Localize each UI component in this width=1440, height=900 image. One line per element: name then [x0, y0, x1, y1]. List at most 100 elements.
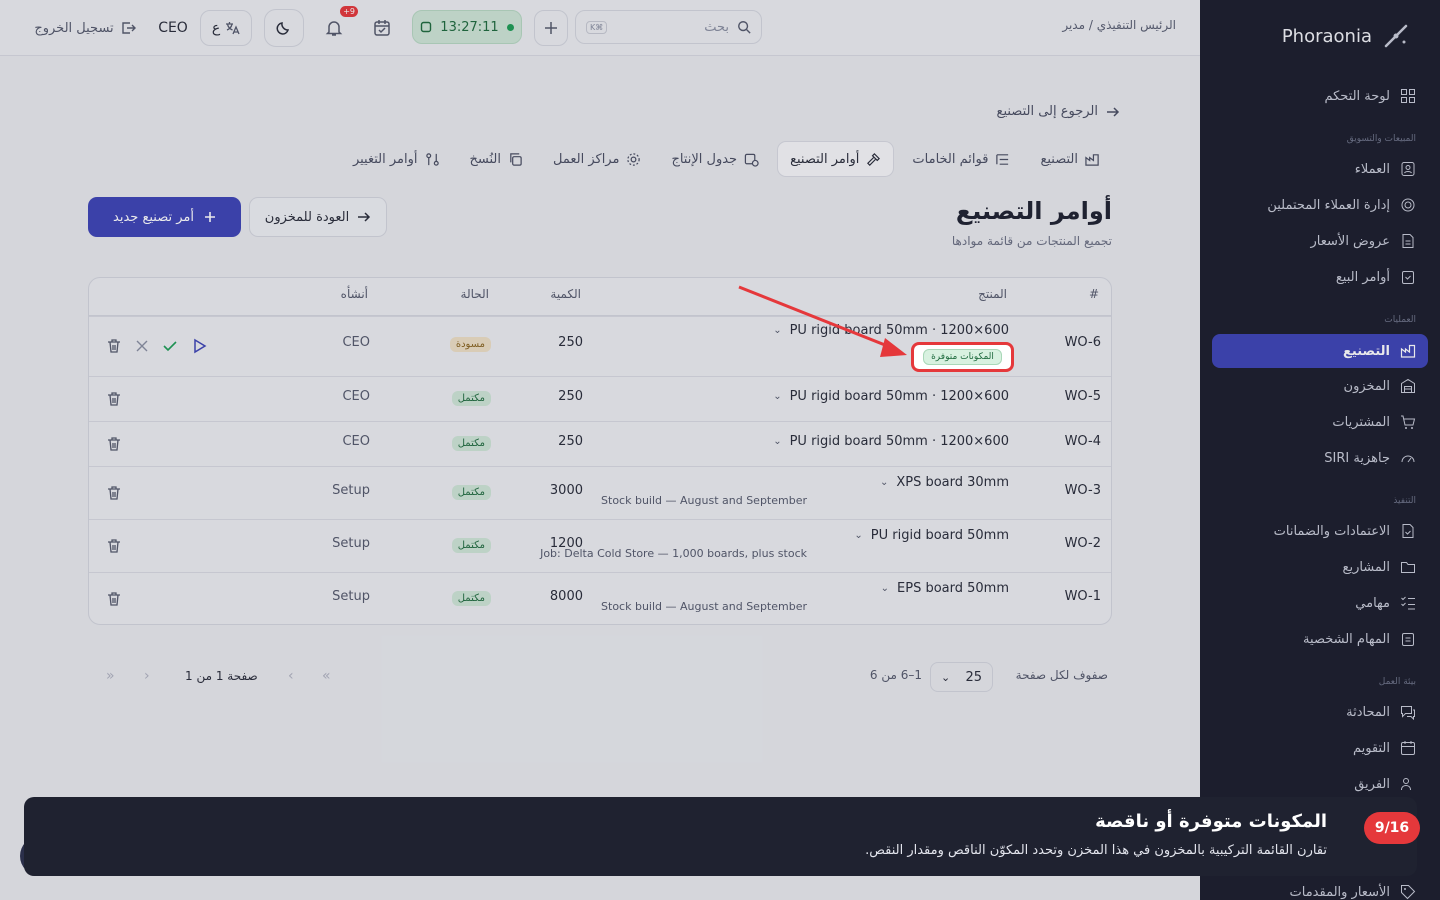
sidebar-item-projects[interactable]: المشاريع	[1212, 550, 1428, 584]
sidebar-item-purchases[interactable]: المشتريات	[1212, 405, 1428, 439]
cancel-icon[interactable]	[134, 338, 150, 354]
tab-work-centers[interactable]: مراكز العمل	[541, 141, 653, 177]
sidebar-item-chat[interactable]: المحادثة	[1212, 695, 1428, 729]
back-to-manufacturing-link[interactable]: الرجوع إلى التصنيع	[997, 104, 1120, 119]
sidebar-item-siri-readiness[interactable]: جاهزية SIRI	[1212, 441, 1428, 475]
order-note: Stock build — August and September	[601, 494, 807, 507]
sidebar-item-approvals[interactable]: الاعتمادات والضمانات	[1212, 514, 1428, 548]
product-name: PU rigid board 50mm · 1200×600	[789, 389, 1009, 404]
user-name[interactable]: CEO	[154, 10, 192, 46]
tab-change-orders[interactable]: أوامر التغيير	[341, 141, 452, 177]
tab-bom[interactable]: قوائم الخامات	[900, 141, 1022, 177]
status-badge: مكتمل	[451, 436, 491, 451]
git-compare-icon	[425, 152, 439, 166]
trash-icon[interactable]	[106, 338, 122, 354]
back-to-inventory-label: العودة للمخزون	[264, 209, 350, 225]
chevron-down-icon: ⌄	[941, 670, 951, 684]
product-cell[interactable]: ⌄ PU rigid board 50mm · 1200×600	[773, 389, 1009, 404]
sidebar-item-personal-tasks[interactable]: المهام الشخصية	[1212, 622, 1428, 656]
sidebar-item-label: أوامر البيع	[1335, 269, 1390, 285]
order-note: Stock build — August and September	[601, 600, 807, 613]
components-available-badge: المكونات متوفرة	[923, 349, 1002, 365]
sidebar-item-sales-orders[interactable]: أوامر البيع	[1212, 260, 1428, 294]
sidebar-item-label: المشتريات	[1332, 414, 1390, 430]
calendar-button[interactable]	[364, 10, 400, 46]
back-to-inventory-button[interactable]: العودة للمخزون	[249, 197, 387, 237]
new-work-order-button[interactable]: أمر تصنيع جديد	[88, 197, 241, 237]
sidebar-item-inventory[interactable]: المخزون	[1212, 369, 1428, 403]
trash-icon[interactable]	[106, 436, 122, 452]
table-row[interactable]: WO-1 ⌄ EPS board 50mm Stock build — Augus…	[89, 572, 1111, 624]
product-cell[interactable]: ⌄ PU rigid board 50mm	[854, 528, 1009, 543]
search-input[interactable]: بحث K⌘	[575, 10, 762, 44]
table-row[interactable]: WO-4 ⌄ PU rigid board 50mm · 1200×600 250…	[89, 421, 1111, 466]
table-row[interactable]: WO-5 ⌄ PU rigid board 50mm · 1200×600 250…	[89, 376, 1111, 421]
last-page-icon[interactable]: »	[322, 668, 331, 684]
tab-manufacturing[interactable]: التصنيع	[1028, 141, 1112, 177]
topbar: الرئيس التنفيذي / مدير بحث K⌘ 13:27:11 +…	[0, 0, 1200, 56]
logout-button[interactable]: تسجيل الخروج	[30, 10, 140, 46]
plus-icon	[205, 212, 215, 222]
language-toggle[interactable]: ع	[200, 10, 252, 46]
start-icon[interactable]	[191, 338, 207, 354]
brand: Phoraonia	[1282, 22, 1410, 50]
page-subtitle: تجميع المنتجات من قائمة موادها	[951, 234, 1112, 248]
complete-icon[interactable]	[162, 338, 178, 354]
sidebar-item-team[interactable]: الفريق	[1212, 767, 1428, 801]
tab-label: التصنيع	[1040, 151, 1078, 167]
sidebar-item-leads[interactable]: إدارة العملاء المحتملين	[1212, 188, 1428, 222]
order-id: WO-3	[1064, 483, 1101, 498]
next-page-icon[interactable]: ›	[288, 668, 294, 684]
page-title: أوامر التصنيع	[955, 197, 1112, 225]
tab-versions[interactable]: النُسخ	[458, 141, 535, 177]
tab-label: قوائم الخامات	[912, 151, 989, 167]
contacts-icon	[1401, 162, 1415, 176]
page-size-select[interactable]: ⌄ 25	[930, 662, 993, 692]
translate-icon	[226, 22, 240, 35]
factory-icon	[1400, 344, 1416, 358]
logout-label: تسجيل الخروج	[34, 20, 114, 36]
add-button[interactable]	[534, 10, 568, 46]
sidebar-item-customers[interactable]: العملاء	[1212, 152, 1428, 186]
trash-icon[interactable]	[106, 538, 122, 554]
sidebar-item-manufacturing[interactable]: التصنيع	[1212, 334, 1428, 368]
search-icon	[738, 21, 751, 34]
sidebar-item-dashboard[interactable]: لوحة التحكم	[1212, 79, 1428, 113]
time-tracker[interactable]: 13:27:11	[412, 10, 522, 44]
gauge-icon	[1401, 455, 1415, 463]
prev-page-icon[interactable]: ‹	[144, 668, 150, 684]
rows-per-page-label: صفوف لكل صفحة	[1015, 668, 1108, 682]
hammer-icon	[867, 152, 881, 166]
sidebar-item-my-tasks[interactable]: مهامي	[1212, 586, 1428, 620]
table-row[interactable]: WO-3 ⌄ XPS board 30mm Stock build — Augus…	[89, 466, 1111, 519]
product-cell[interactable]: ⌄ PU rigid board 50mm · 1200×600	[773, 434, 1009, 449]
tab-production-schedule[interactable]: جدول الإنتاج	[659, 141, 771, 177]
trash-icon[interactable]	[106, 391, 122, 407]
sidebar-item-pricing[interactable]: الأسعار والمقدمات	[1212, 875, 1428, 900]
trash-icon[interactable]	[106, 591, 122, 607]
header-number: #	[1088, 287, 1099, 301]
notifications-button[interactable]: +9	[316, 6, 358, 46]
sidebar-item-quotes[interactable]: عروض الأسعار	[1212, 224, 1428, 258]
sidebar-item-label: لوحة التحكم	[1324, 88, 1390, 104]
manufacturing-tabs: التصنيع قوائم الخامات أوامر التصنيع جدول…	[341, 140, 1112, 178]
plus-icon	[545, 22, 557, 34]
theme-toggle[interactable]	[264, 9, 304, 47]
order-id: WO-2	[1064, 536, 1101, 551]
product-cell[interactable]: ⌄ EPS board 50mm	[881, 581, 1009, 596]
sidebar-item-calendar[interactable]: التقويم	[1212, 731, 1428, 765]
clipboard-icon	[1402, 271, 1414, 284]
first-page-icon[interactable]: «	[106, 668, 115, 684]
order-id: WO-6	[1064, 335, 1101, 350]
cart-icon	[1401, 415, 1416, 429]
creator: Setup	[332, 483, 370, 498]
tab-work-orders[interactable]: أوامر التصنيع	[777, 141, 895, 177]
factory-icon	[1085, 153, 1099, 166]
range-label: 1–6 من 6	[869, 668, 922, 682]
product-cell[interactable]: ⌄ XPS board 30mm	[880, 475, 1009, 490]
trash-icon[interactable]	[106, 485, 122, 501]
tour-popover	[24, 797, 1417, 876]
table-row[interactable]: WO-2 ⌄ PU rigid board 50mm Job: Delta Col…	[89, 519, 1111, 572]
chevron-down-icon: ⌄	[880, 583, 890, 594]
components-available-highlight[interactable]: المكونات متوفرة	[911, 342, 1014, 372]
